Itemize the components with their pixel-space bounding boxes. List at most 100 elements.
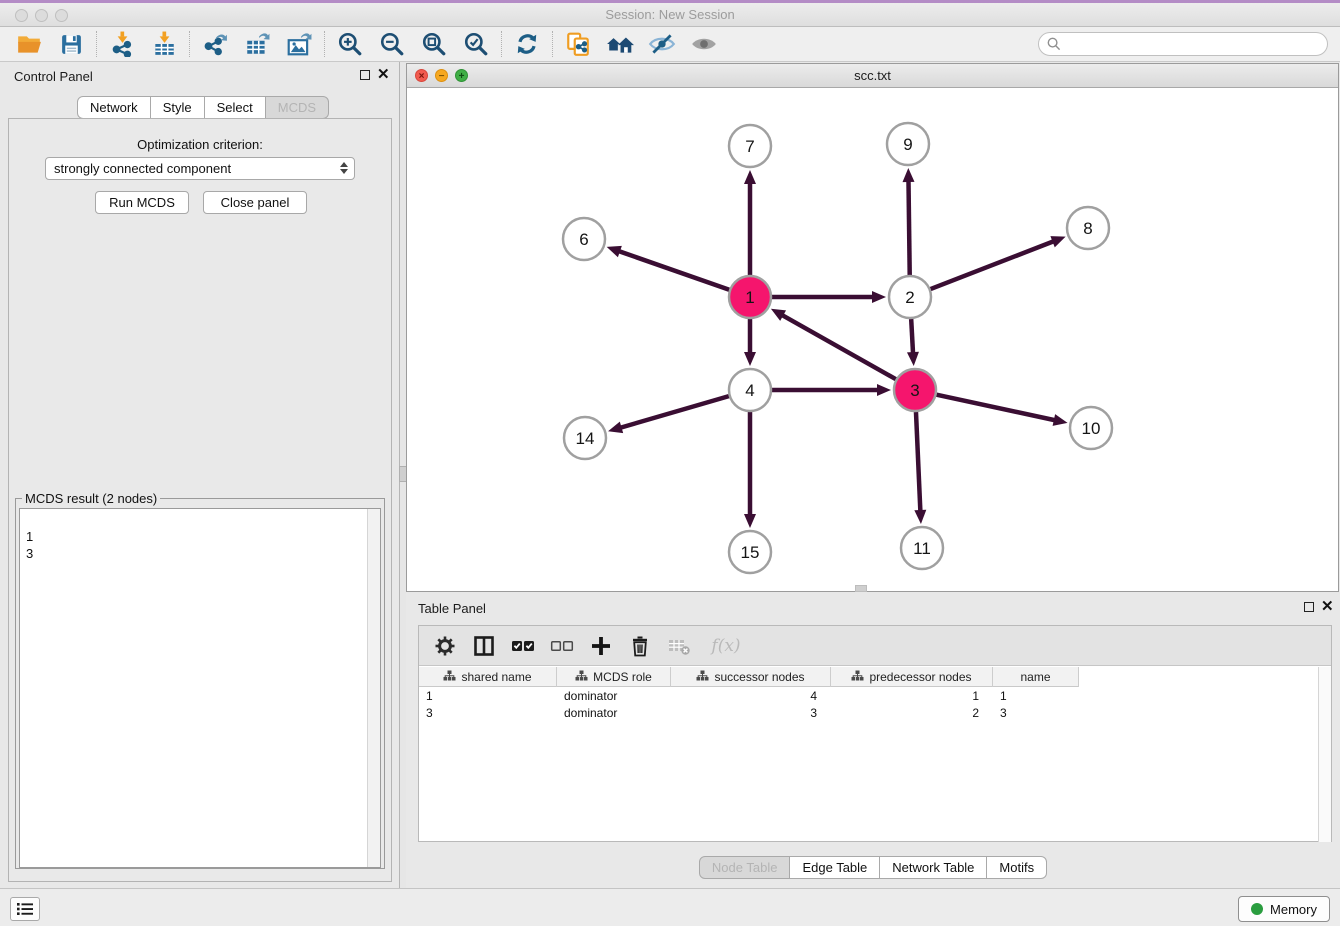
select-all-columns-icon[interactable] xyxy=(511,634,535,658)
graph-edge-3-11[interactable] xyxy=(916,412,920,513)
table-panel-header: Table Panel ✕ xyxy=(406,592,1340,620)
cell-name[interactable]: 3 xyxy=(993,705,1079,722)
search-field xyxy=(1038,32,1328,56)
refresh-icon[interactable] xyxy=(506,28,548,60)
tab-style[interactable]: Style xyxy=(151,96,205,119)
network-canvas[interactable]: 7968124314101511 xyxy=(407,88,1338,591)
column-header-shared-name[interactable]: shared name xyxy=(419,667,557,687)
table-panel-close-icon[interactable]: ✕ xyxy=(1321,598,1334,616)
tab-mcds[interactable]: MCDS xyxy=(266,96,329,119)
network-view-window: × − + scc.txt 7968124314101511 xyxy=(406,63,1339,592)
tree-icon xyxy=(443,670,456,684)
memory-label: Memory xyxy=(1270,902,1317,917)
add-row-icon[interactable] xyxy=(589,634,613,658)
table-options-icon[interactable] xyxy=(433,634,457,658)
control-panel-tabs: Network Style Select MCDS xyxy=(77,96,329,119)
graph-edge-1-6[interactable] xyxy=(617,251,729,290)
save-session-icon[interactable] xyxy=(50,28,92,60)
control-panel: Control Panel ✕ Network Style Select MCD… xyxy=(0,62,400,888)
graph-edge-arrowhead xyxy=(1050,236,1065,247)
run-mcds-button[interactable]: Run MCDS xyxy=(95,191,189,214)
graph-node-label: 11 xyxy=(913,539,931,558)
delete-table-icon xyxy=(667,634,691,658)
table-row[interactable]: 3 dominator 3 2 3 xyxy=(419,705,1079,722)
mcds-result-list[interactable]: 1 3 xyxy=(19,508,381,868)
graph-node-label: 1 xyxy=(745,288,754,307)
control-panel-float-button[interactable] xyxy=(360,70,370,80)
horizontal-splitter-handle[interactable] xyxy=(855,585,867,592)
zoom-fit-icon[interactable] xyxy=(413,28,455,60)
memory-button[interactable]: Memory xyxy=(1238,896,1330,922)
mcds-panel: Optimization criterion: strongly connect… xyxy=(8,118,392,882)
graph-node-label: 4 xyxy=(745,381,754,400)
zoom-selected-icon[interactable] xyxy=(455,28,497,60)
graph-edge-4-14[interactable] xyxy=(619,396,729,428)
tab-edge-table[interactable]: Edge Table xyxy=(790,856,880,879)
tab-node-table[interactable]: Node Table xyxy=(699,856,791,879)
table-panel-float-button[interactable] xyxy=(1304,602,1314,612)
tab-network-table[interactable]: Network Table xyxy=(880,856,987,879)
control-panel-close-icon[interactable]: ✕ xyxy=(377,66,390,84)
tab-motifs[interactable]: Motifs xyxy=(987,856,1047,879)
table-scrollbar[interactable] xyxy=(1318,667,1331,842)
graph-edge-2-3[interactable] xyxy=(911,319,913,355)
tree-icon xyxy=(851,670,864,684)
tree-icon xyxy=(575,670,588,684)
criterion-dropdown[interactable]: strongly connected component xyxy=(45,157,355,180)
unselect-all-columns-icon[interactable] xyxy=(550,634,574,658)
network-view-title: scc.txt xyxy=(407,68,1338,83)
task-history-button[interactable] xyxy=(10,897,40,921)
cell-name[interactable]: 1 xyxy=(993,688,1079,705)
export-image-icon[interactable] xyxy=(278,28,320,60)
zoom-out-icon[interactable] xyxy=(371,28,413,60)
graph-edge-arrowhead xyxy=(744,170,756,184)
tab-network[interactable]: Network xyxy=(77,96,151,119)
cell-predecessor-nodes[interactable]: 2 xyxy=(831,705,993,722)
graph-node-label: 15 xyxy=(741,543,760,562)
insert-column-icon[interactable] xyxy=(472,634,496,658)
import-network-icon[interactable] xyxy=(101,28,143,60)
cell-mcds-role[interactable]: dominator xyxy=(557,705,671,722)
cell-successor-nodes[interactable]: 4 xyxy=(671,688,831,705)
import-table-icon[interactable] xyxy=(143,28,185,60)
zoom-in-icon[interactable] xyxy=(329,28,371,60)
column-header-name[interactable]: name xyxy=(993,667,1079,687)
delete-row-icon[interactable] xyxy=(628,634,652,658)
mcds-result-text: 1 3 xyxy=(26,529,33,561)
graph-edge-2-9[interactable] xyxy=(908,179,909,275)
hide-selected-icon[interactable] xyxy=(641,28,683,60)
table-tabs: Node Table Edge Table Network Table Moti… xyxy=(406,856,1340,879)
mcds-result-group: MCDS result (2 nodes) 1 3 xyxy=(15,491,385,869)
app-titlebar: Session: New Session xyxy=(0,3,1340,27)
column-header-successor-nodes[interactable]: successor nodes xyxy=(671,667,831,687)
cell-mcds-role[interactable]: dominator xyxy=(557,688,671,705)
control-panel-title: Control Panel xyxy=(14,69,93,84)
column-header-mcds-role[interactable]: MCDS role xyxy=(557,667,671,687)
graph-edge-2-8[interactable] xyxy=(931,241,1056,289)
table-panel-title: Table Panel xyxy=(418,601,486,616)
cell-predecessor-nodes[interactable]: 1 xyxy=(831,688,993,705)
graph-edge-3-1[interactable] xyxy=(780,314,895,379)
column-header-predecessor-nodes[interactable]: predecessor nodes xyxy=(831,667,993,687)
table-row[interactable]: 1 dominator 4 1 1 xyxy=(419,688,1079,705)
home-icon[interactable] xyxy=(599,28,641,60)
cell-shared-name[interactable]: 3 xyxy=(419,705,557,722)
graph-edge-3-10[interactable] xyxy=(937,395,1057,421)
close-panel-button[interactable]: Close panel xyxy=(203,191,307,214)
optimization-criterion-label: Optimization criterion: xyxy=(9,137,391,152)
open-session-icon[interactable] xyxy=(8,28,50,60)
mcds-result-scrollbar[interactable] xyxy=(367,509,380,867)
graph-edge-arrowhead xyxy=(744,352,756,366)
show-all-icon[interactable] xyxy=(683,28,725,60)
search-input[interactable] xyxy=(1038,32,1328,56)
export-table-icon[interactable] xyxy=(236,28,278,60)
network-view-titlebar: × − + scc.txt xyxy=(407,64,1338,88)
export-network-icon[interactable] xyxy=(194,28,236,60)
chevron-up-down-icon xyxy=(340,162,348,174)
cell-successor-nodes[interactable]: 3 xyxy=(671,705,831,722)
cell-shared-name[interactable]: 1 xyxy=(419,688,557,705)
graph-node-label: 14 xyxy=(576,429,595,448)
tab-select[interactable]: Select xyxy=(205,96,266,119)
duplicate-network-icon[interactable] xyxy=(557,28,599,60)
graph-node-label: 3 xyxy=(910,381,919,400)
